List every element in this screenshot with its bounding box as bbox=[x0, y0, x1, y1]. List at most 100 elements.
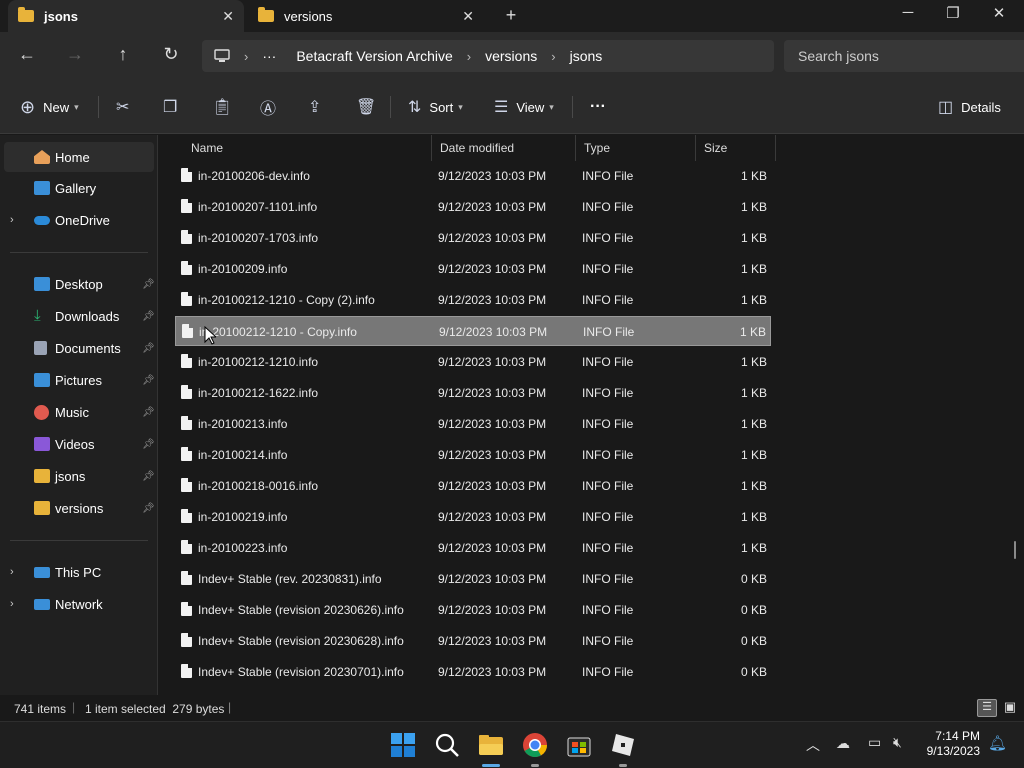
sidebar-item-this-pc[interactable]: › This PC bbox=[0, 557, 158, 587]
file-row[interactable]: in-20100212-1622.info 9/12/2023 10:03 PM I… bbox=[175, 378, 771, 408]
close-window-button[interactable]: ✕ bbox=[976, 4, 1022, 28]
details-view-button[interactable]: ☰ bbox=[977, 699, 997, 717]
file-row[interactable]: Indev+ Stable (revision 20230626).info 9/… bbox=[175, 595, 771, 625]
store-icon[interactable] bbox=[566, 732, 592, 758]
file-row[interactable]: in-20100214.info 9/12/2023 10:03 PM INFO F… bbox=[175, 440, 771, 470]
file-row[interactable]: in-20100218-0016.info 9/12/2023 10:03 PM I… bbox=[175, 471, 771, 501]
close-tab-icon[interactable]: ✕ bbox=[222, 8, 234, 25]
file-row[interactable]: in-20100212-1210 - Copy (2).info 9/12/202… bbox=[175, 285, 771, 315]
breadcrumb-item[interactable]: versions bbox=[485, 48, 537, 64]
column-header-date[interactable]: Date modified bbox=[432, 135, 576, 161]
onedrive-tray-icon[interactable]: ☁ bbox=[836, 735, 850, 752]
new-button[interactable]: ⊕ New ▾ bbox=[20, 95, 79, 119]
share-button[interactable]: ⇪ bbox=[308, 95, 321, 119]
tiles-view-button[interactable]: ▣ bbox=[1001, 699, 1019, 717]
pin-icon[interactable]: 📌︎ bbox=[142, 311, 155, 322]
file-row[interactable]: in-20100212-1210 - Copy.info 9/12/2023 10… bbox=[175, 316, 771, 346]
file-name: in-20100207-1703.info bbox=[198, 231, 319, 245]
sidebar-item-home[interactable]: Home bbox=[4, 142, 154, 172]
pin-icon[interactable]: 📌︎ bbox=[142, 471, 155, 482]
pin-icon[interactable]: 📌︎ bbox=[142, 439, 155, 450]
new-label: New bbox=[43, 99, 70, 115]
new-tab-button[interactable]: + bbox=[500, 5, 522, 26]
file-row[interactable]: in-20100206-dev.info 9/12/2023 10:03 PM IN… bbox=[175, 161, 771, 191]
file-type: INFO File bbox=[582, 541, 634, 555]
chevron-right-icon[interactable]: › bbox=[10, 214, 14, 226]
sidebar-item-gallery[interactable]: Gallery bbox=[0, 173, 158, 203]
details-button[interactable]: ◫ Details bbox=[938, 95, 1001, 119]
rename-button[interactable]: Ⓐ bbox=[260, 95, 276, 119]
file-row[interactable]: Indev+ Stable (revision 20230701).info 9/… bbox=[175, 657, 771, 687]
sidebar-item-music[interactable]: Music 📌︎ bbox=[0, 397, 158, 427]
sidebar-item-desktop[interactable]: Desktop 📌︎ bbox=[0, 269, 158, 299]
tab-jsons[interactable]: jsons ✕ bbox=[8, 0, 244, 32]
chevron-right-icon[interactable]: › bbox=[10, 566, 14, 578]
file-row[interactable]: in-20100207-1101.info 9/12/2023 10:03 PM I… bbox=[175, 192, 771, 222]
volume-muted-icon[interactable]: 🔇︎ bbox=[893, 734, 902, 751]
file-row[interactable]: in-20100219.info 9/12/2023 10:03 PM INFO F… bbox=[175, 502, 771, 532]
home-icon bbox=[34, 150, 50, 164]
file-icon bbox=[181, 354, 192, 368]
command-bar: ⊕ New ▾ ✂ ❐ 📋︎ Ⓐ ⇪ 🗑︎ ⇅ Sort ▾ ☰ View ▾ … bbox=[0, 80, 1024, 134]
sidebar-item-pictures[interactable]: Pictures 📌︎ bbox=[0, 365, 158, 395]
file-row[interactable]: in-20100209.info 9/12/2023 10:03 PM INFO F… bbox=[175, 254, 771, 284]
pin-icon[interactable]: 📌︎ bbox=[142, 375, 155, 386]
sidebar-item-downloads[interactable]: ⤓ Downloads 📌︎ bbox=[0, 301, 158, 331]
paste-button[interactable]: 📋︎ bbox=[212, 95, 232, 119]
notification-bell-icon[interactable]: 🔔︎ bbox=[988, 734, 1007, 752]
plus-circle-icon: ⊕ bbox=[20, 96, 36, 117]
copy-icon: ❐ bbox=[163, 99, 178, 116]
breadcrumb[interactable]: › ··· Betacraft Version Archive › versio… bbox=[202, 40, 774, 72]
roblox-icon[interactable] bbox=[610, 732, 636, 758]
sidebar-item-jsons[interactable]: jsons 📌︎ bbox=[0, 461, 158, 491]
file-row[interactable]: Indev+ Stable (rev. 20230831).info 9/12/2… bbox=[175, 564, 771, 594]
breadcrumb-item[interactable]: jsons bbox=[570, 48, 603, 64]
scrollbar-thumb[interactable] bbox=[1014, 541, 1016, 559]
pin-icon[interactable]: 📌︎ bbox=[142, 503, 155, 514]
sidebar-item-videos[interactable]: Videos 📌︎ bbox=[0, 429, 158, 459]
file-date: 9/12/2023 10:03 PM bbox=[438, 541, 547, 555]
chevron-right-icon[interactable]: › bbox=[10, 598, 14, 610]
file-icon bbox=[181, 230, 192, 244]
file-row[interactable]: in-20100212-1210.info 9/12/2023 10:03 PM I… bbox=[175, 347, 771, 377]
cut-button[interactable]: ✂ bbox=[116, 95, 129, 119]
sidebar-item-onedrive[interactable]: › OneDrive bbox=[0, 205, 158, 235]
up-button[interactable]: ↑ bbox=[110, 44, 136, 68]
file-explorer-icon[interactable] bbox=[478, 732, 504, 758]
copy-button[interactable]: ❐ bbox=[163, 95, 177, 119]
close-tab-icon[interactable]: ✕ bbox=[462, 8, 474, 25]
file-row[interactable]: in-20100207-1703.info 9/12/2023 10:03 PM I… bbox=[175, 223, 771, 253]
start-icon[interactable] bbox=[390, 732, 416, 758]
column-header-type[interactable]: Type bbox=[576, 135, 696, 161]
file-row[interactable]: in-20100213.info 9/12/2023 10:03 PM INFO F… bbox=[175, 409, 771, 439]
view-button[interactable]: ☰ View ▾ bbox=[494, 95, 554, 119]
pin-icon[interactable]: 📌︎ bbox=[142, 279, 155, 290]
more-options-button[interactable]: ··· bbox=[590, 95, 606, 119]
back-button[interactable]: ← bbox=[14, 44, 40, 68]
clock[interactable]: 7:14 PM 9/13/2023 bbox=[918, 729, 980, 759]
maximize-button[interactable]: ❐ bbox=[930, 4, 976, 28]
search-icon[interactable] bbox=[434, 732, 460, 758]
sidebar-item-documents[interactable]: Documents 📌︎ bbox=[0, 333, 158, 363]
sort-button[interactable]: ⇅ Sort ▾ bbox=[408, 95, 463, 119]
column-header-size[interactable]: Size bbox=[696, 135, 776, 161]
file-row[interactable]: Indev+ Stable (revision 20230628).info 9/… bbox=[175, 626, 771, 656]
pin-icon[interactable]: 📌︎ bbox=[142, 407, 155, 418]
minimize-button[interactable]: ─ bbox=[885, 4, 931, 28]
chevron-up-icon[interactable]: ︿ bbox=[806, 735, 820, 755]
forward-button[interactable]: → bbox=[62, 44, 88, 68]
pin-icon[interactable]: 📌︎ bbox=[142, 343, 155, 354]
sidebar-item-versions[interactable]: versions 📌︎ bbox=[0, 493, 158, 523]
network-tray-icon[interactable]: ▭ bbox=[868, 734, 881, 751]
delete-button[interactable]: 🗑︎ bbox=[356, 95, 376, 119]
file-row[interactable]: in-20100223.info 9/12/2023 10:03 PM INFO F… bbox=[175, 533, 771, 563]
sidebar-item-network[interactable]: › Network bbox=[0, 589, 158, 619]
breadcrumb-item[interactable]: Betacraft Version Archive bbox=[296, 48, 452, 64]
search-input[interactable]: Search jsons bbox=[784, 40, 1024, 72]
breadcrumb-more[interactable]: ··· bbox=[262, 48, 276, 64]
column-header-name[interactable]: Name bbox=[183, 135, 432, 161]
refresh-button[interactable]: ↻ bbox=[158, 44, 184, 68]
chrome-icon[interactable] bbox=[522, 732, 548, 758]
tab-versions[interactable]: versions ✕ bbox=[248, 0, 484, 32]
file-size: 1 KB bbox=[740, 541, 767, 555]
